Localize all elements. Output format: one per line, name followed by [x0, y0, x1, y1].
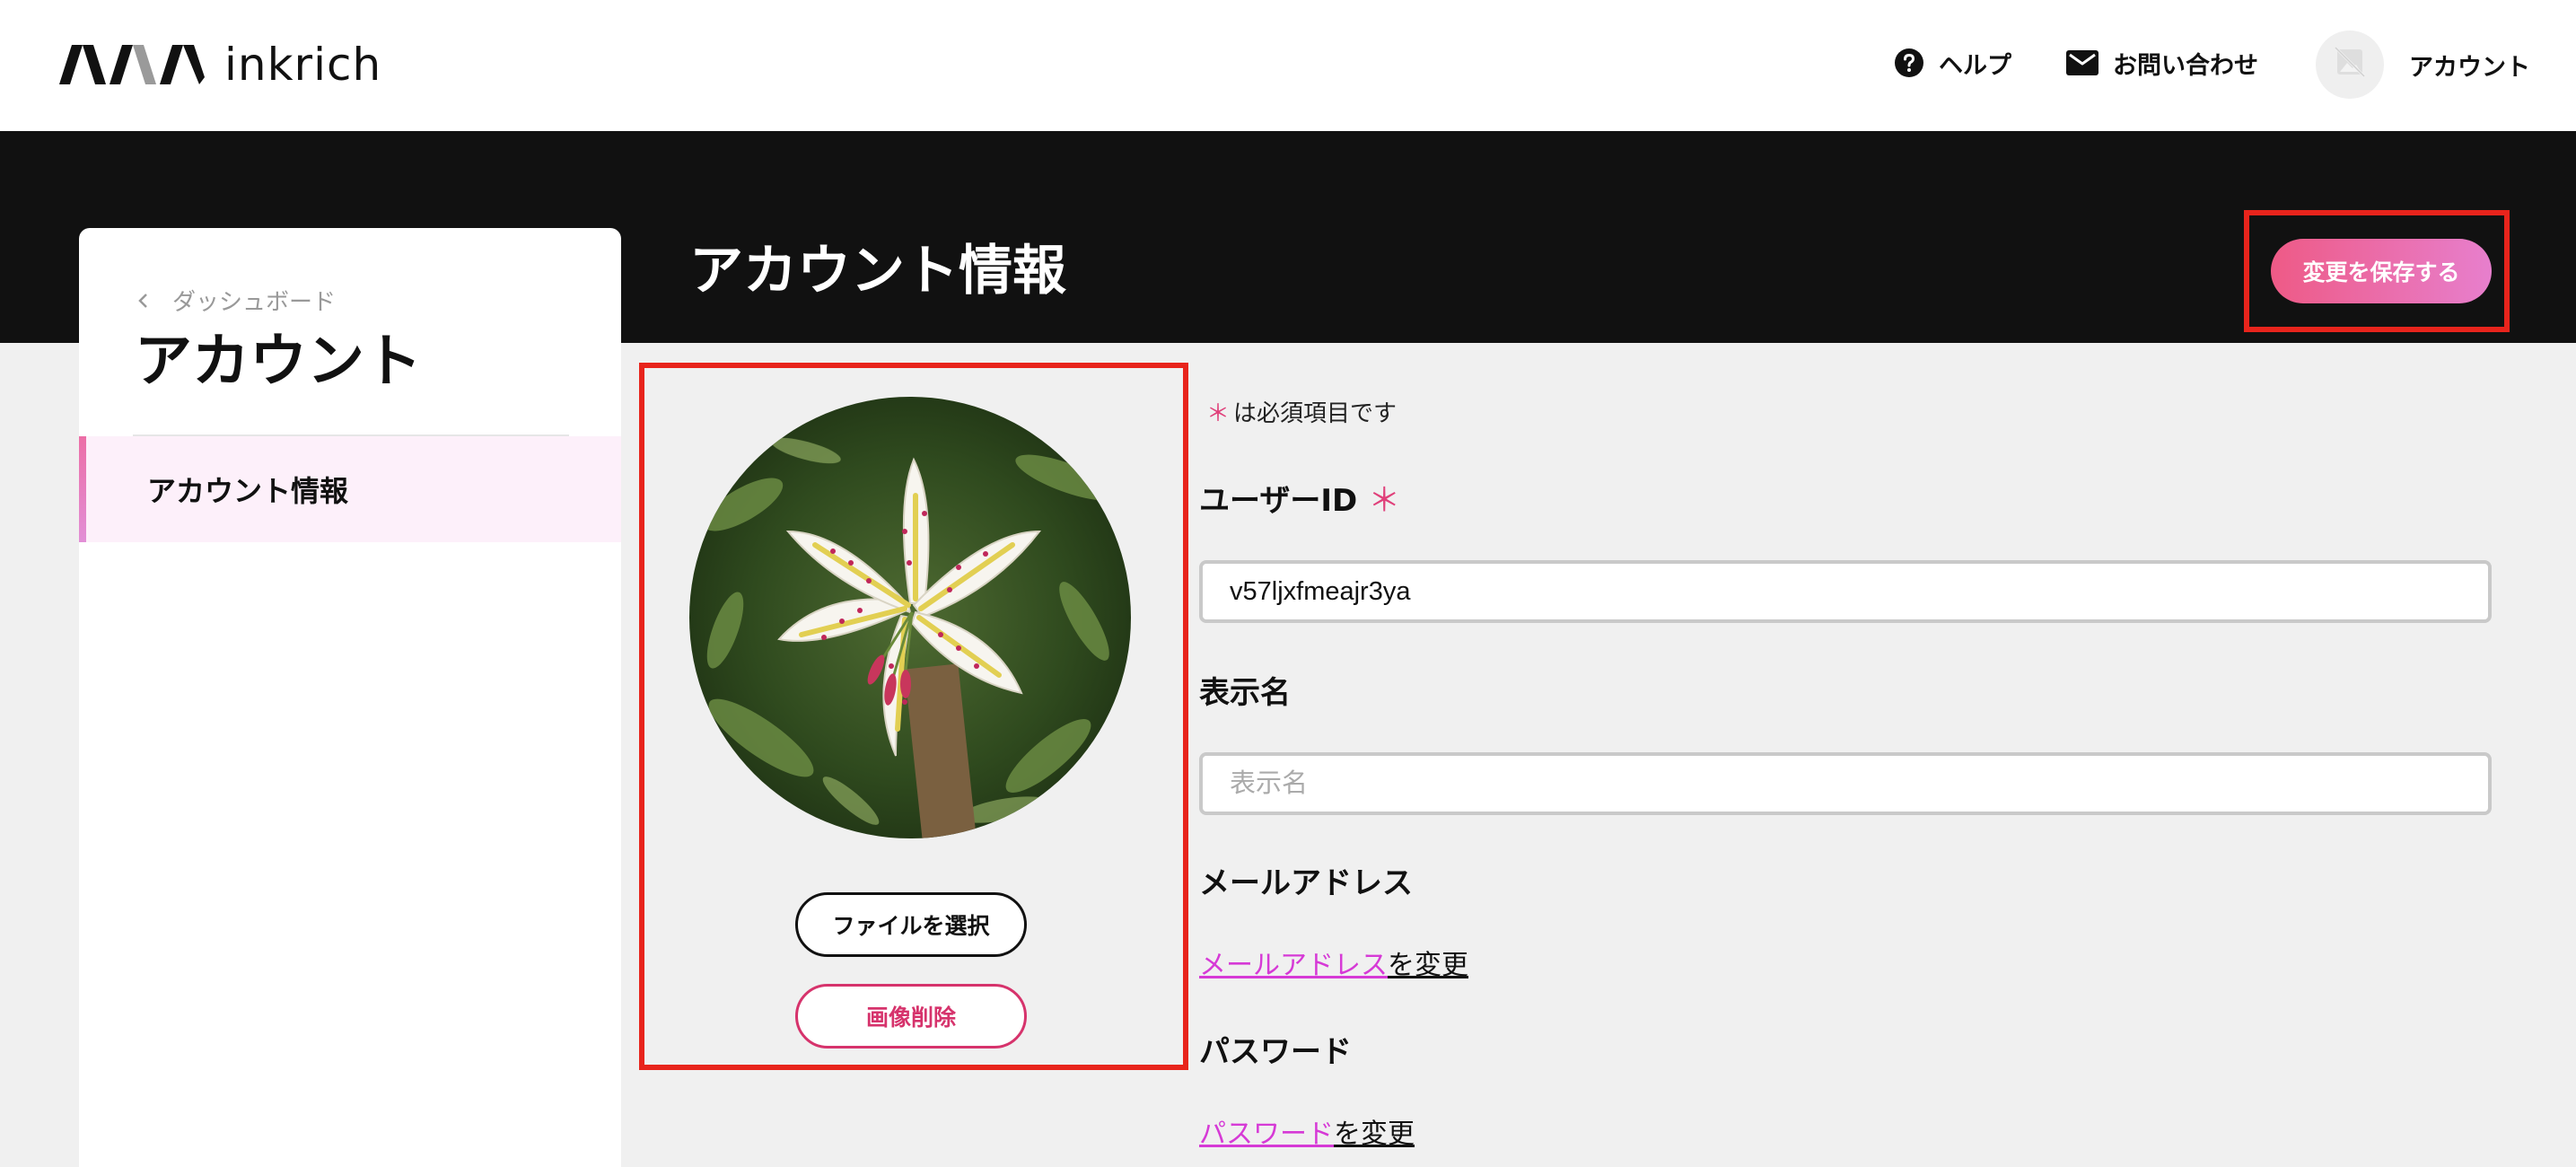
- required-mark: ＊: [1206, 400, 1231, 427]
- email-label: メールアドレス: [1199, 858, 1413, 902]
- display-name-label: 表示名: [1199, 668, 1291, 712]
- password-label-text: パスワード: [1199, 1034, 1352, 1070]
- email-label-text: メールアドレス: [1199, 865, 1413, 901]
- logo-mark-icon: [59, 45, 205, 84]
- change-password-link[interactable]: パスワード を変更: [1199, 1111, 1415, 1151]
- password-link-text[interactable]: パスワード: [1199, 1111, 1334, 1151]
- image-off-icon: [2333, 45, 2367, 85]
- account-label: アカウント: [2409, 53, 2530, 82]
- logo[interactable]: inkrich: [59, 39, 382, 91]
- display-name-label-text: 表示名: [1199, 675, 1291, 711]
- user-id-label-text: ユーザーID: [1199, 482, 1358, 519]
- page-title: アカウント情報: [689, 240, 1066, 303]
- display-name-input[interactable]: [1199, 752, 2492, 815]
- sidebar-item-label: アカウント情報: [147, 474, 349, 508]
- password-label: パスワード: [1199, 1027, 1352, 1071]
- sidebar: ダッシュボード アカウント アカウント情報: [79, 228, 621, 1167]
- required-note: ＊ は必須項目です: [1206, 395, 1397, 428]
- contact-link[interactable]: お問い合わせ: [2066, 39, 2258, 86]
- help-label: ヘルプ: [1939, 51, 2011, 80]
- password-link-suffix[interactable]: を変更: [1334, 1111, 1415, 1151]
- sidebar-title: アカウント: [135, 329, 422, 395]
- required-note-text: は必須項目です: [1233, 400, 1398, 427]
- email-link-suffix[interactable]: を変更: [1388, 943, 1468, 982]
- user-id-label: ユーザーID ＊: [1199, 474, 1400, 521]
- question-circle-icon: [1894, 48, 1924, 78]
- delete-image-button[interactable]: 画像削除: [795, 984, 1027, 1049]
- required-mark: ＊: [1368, 482, 1401, 519]
- account-menu[interactable]: アカウント: [2316, 31, 2530, 99]
- sidebar-item-account-info[interactable]: アカウント情報: [79, 436, 621, 542]
- email-link-text[interactable]: メールアドレス: [1199, 943, 1388, 982]
- avatar: [2316, 31, 2384, 99]
- logo-text: inkrich: [224, 39, 382, 91]
- active-indicator: [79, 436, 86, 542]
- save-changes-button[interactable]: 変更を保存する: [2271, 239, 2492, 303]
- help-link[interactable]: ヘルプ: [1894, 39, 2011, 86]
- chevron-left-icon: [136, 292, 149, 310]
- top-header: inkrich ヘルプ お問い合わせ アカウント: [0, 0, 2576, 131]
- back-link-label: ダッシュボード: [172, 289, 337, 316]
- back-to-dashboard-link[interactable]: ダッシュボード: [136, 284, 336, 317]
- contact-label: お問い合わせ: [2113, 51, 2258, 80]
- profile-photo: [689, 397, 1131, 838]
- envelope-icon: [2066, 50, 2098, 75]
- user-id-input[interactable]: [1199, 560, 2492, 623]
- choose-file-button[interactable]: ファイルを選択: [795, 892, 1027, 957]
- change-email-link[interactable]: メールアドレス を変更: [1199, 943, 1468, 982]
